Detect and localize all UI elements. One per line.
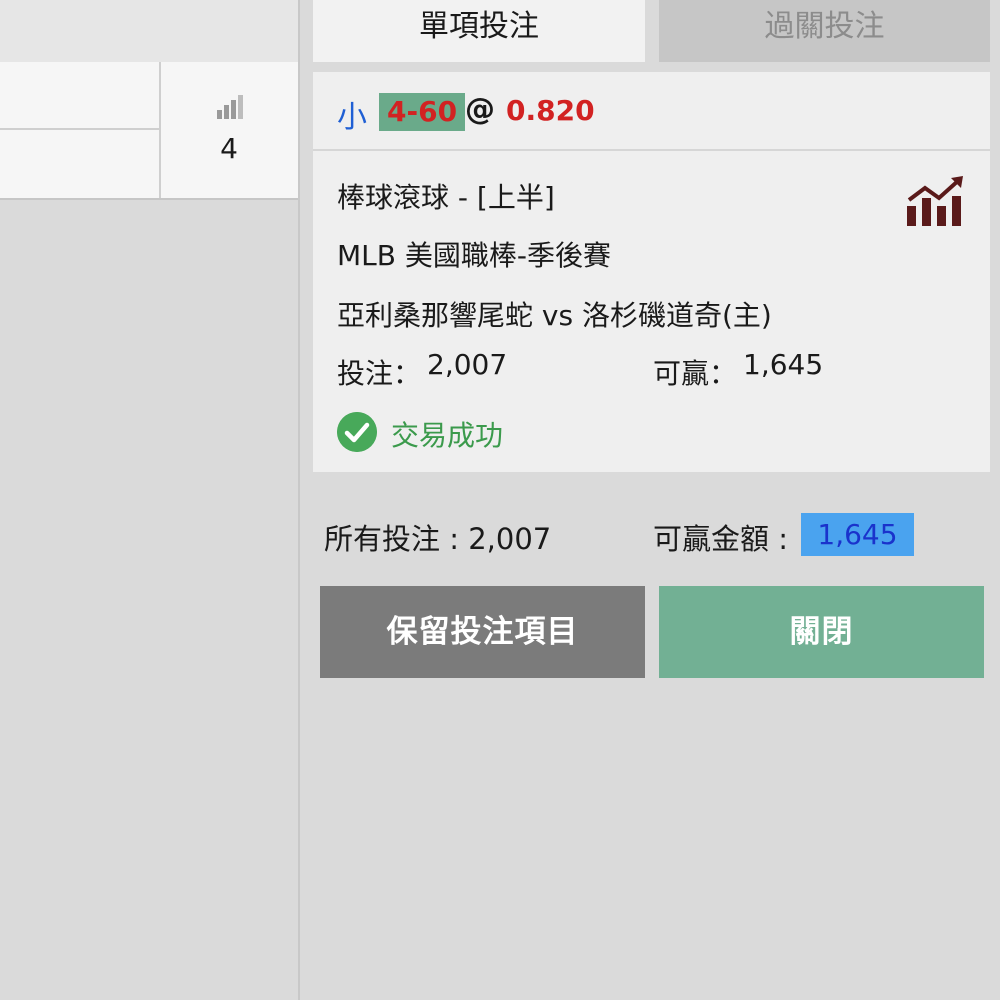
bet-selection-header: 小 4-60 @ 0.820 [313,72,990,151]
stake-value: 2,007 [427,348,508,381]
market-name: 棒球滾球 - [上半] [337,181,555,214]
tab-parlay-bet[interactable]: 過關投注 [659,0,990,62]
keep-selections-button[interactable]: 保留投注項目 [320,586,645,678]
potential-win-label: 可贏金額 : [653,522,788,556]
trend-chart-icon[interactable] [905,176,965,228]
left-header [0,0,298,62]
close-button[interactable]: 關閉 [659,586,984,678]
win-label: 可贏： [653,357,738,390]
league-name: MLB 美國職棒-季後賽 [337,239,611,272]
potential-win-value: 1,645 [801,513,914,556]
check-circle-icon [337,412,377,452]
total-stake: 所有投注 : 2,007 [324,522,552,556]
selection-odds: 0.820 [506,94,595,127]
odds-cell[interactable] [0,130,159,198]
stake-label: 投注： [337,357,422,390]
selection-line: 4-60 [379,93,466,131]
bar-chart-icon[interactable] [216,95,244,119]
transaction-status: 交易成功 [391,419,504,452]
odds-cell[interactable] [0,62,159,130]
tab-single-bet[interactable]: 單項投注 [313,0,645,62]
selection-name: 小 [337,100,367,135]
stats-count: 4 [220,132,238,165]
win-value: 1,645 [743,348,824,381]
at-symbol: @ [465,92,495,127]
stats-cell[interactable] [161,62,298,198]
odds-table [0,62,298,200]
left-panel: 4 [0,0,300,1000]
bet-slip-card: 小 4-60 @ 0.820 棒球滾球 - [上半] MLB 美國職棒-季後賽 … [313,72,990,472]
match-name: 亞利桑那響尾蛇 vs 洛杉磯道奇(主) [337,299,772,332]
